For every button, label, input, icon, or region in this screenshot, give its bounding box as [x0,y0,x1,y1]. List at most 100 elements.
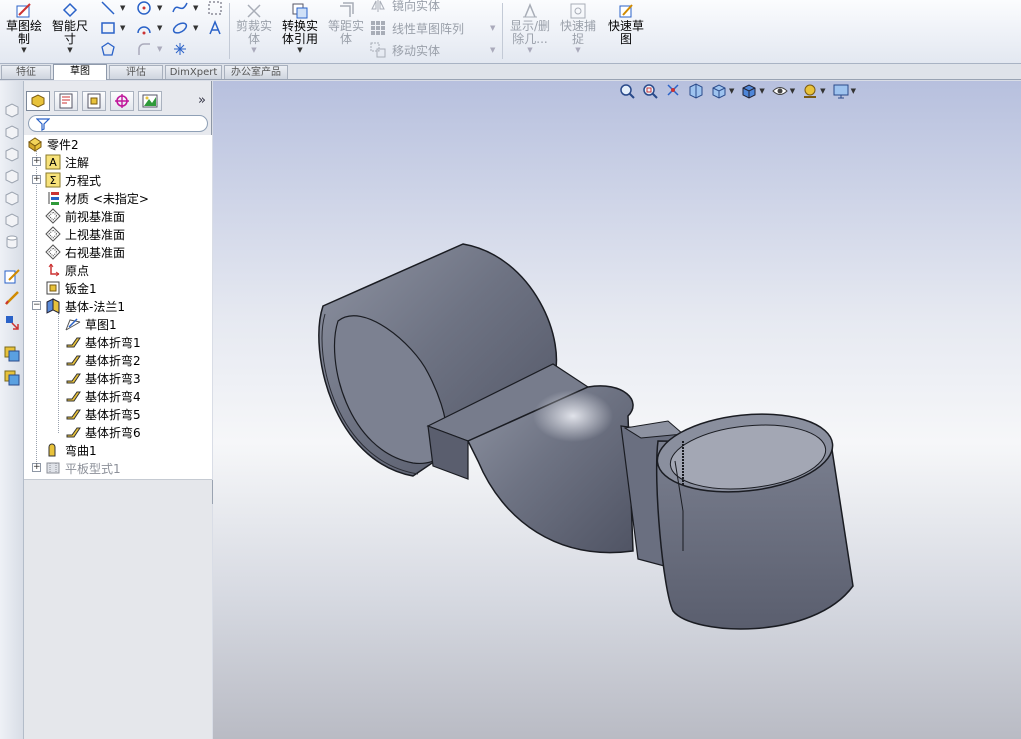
tree-item-base-bend-4[interactable]: 基体折弯4 [64,387,141,405]
expand-equations[interactable]: + [32,175,41,184]
trim-entities-button[interactable]: 剪裁实 体 ▼ [232,0,276,54]
layers-icon [4,370,20,386]
tree-item-base-bend-2[interactable]: 基体折弯2 [64,351,141,369]
tree-item-right-plane[interactable]: 右视基准面 [44,243,125,261]
polygon-tool[interactable] [100,41,116,57]
mirror-icon [371,0,385,12]
box-icon [5,125,19,140]
layer-tool-1[interactable] [3,345,21,363]
show-delete-relations-button[interactable]: 显示/删 除几... ▼ [506,0,554,54]
bend-icon [66,355,81,366]
tree-item-equations[interactable]: Σ 方程式 [44,171,101,189]
sheet-metal-part-model[interactable] [213,81,1021,739]
relations-tool[interactable] [3,313,21,331]
mirror-entities-button[interactable]: 镜向实体 [370,0,440,14]
relations-icon [523,3,537,18]
box-icon [5,213,19,228]
expand-flat-pattern[interactable]: + [32,463,41,472]
ellipse-tool[interactable] [172,20,188,36]
circle-tool[interactable] [136,0,152,16]
command-manager-ribbon: 草图绘 制 ▼ 智能尺 寸 ▼ ▼ ▼ ▼ ▼ ▼ ▼ ▼ 剪裁实 体 ▼ 转换… [0,0,1021,64]
view-icon-6[interactable] [3,211,21,229]
property-icon [59,93,73,109]
graphics-area[interactable]: ▼ ▼ ▼ ▼ ▼ [213,81,1021,739]
tree-item-base-bend-6[interactable]: 基体折弯6 [64,423,141,441]
spline-icon [172,2,188,13]
plane-icon [45,244,61,260]
view-icon-1[interactable] [3,101,21,119]
tree-item-base-bend-5[interactable]: 基体折弯5 [64,405,141,423]
show-delete-label: 显示/删 除几... [509,19,551,46]
tab-property-manager[interactable] [54,91,78,111]
tree-item-front-plane[interactable]: 前视基准面 [44,207,125,225]
sketch-button[interactable]: 草图绘 制 ▼ [2,0,46,54]
tab-display-manager[interactable] [138,91,162,111]
tab-sketch[interactable]: 草图 [53,64,107,80]
collapse-base-flange[interactable]: − [32,301,41,310]
point-icon [174,43,186,55]
cylinder-icon [6,235,18,249]
tab-evaluate[interactable]: 评估 [109,65,163,79]
layers-icon [4,346,20,362]
spline-tool[interactable] [172,0,188,16]
view-icon-7[interactable] [3,233,21,251]
quick-snaps-button[interactable]: 快速捕 捉 ▼ [556,0,600,54]
tree-item-material[interactable]: 材质 <未指定> [44,189,149,207]
feature-manager-panel: » 零件2 + A 注解 + Σ 方程式 材质 <未指定> 前视基准面 上视基准… [24,81,212,739]
configuration-icon [87,93,101,109]
tree-item-base-bend-3[interactable]: 基体折弯3 [64,369,141,387]
convert-entities-icon [292,3,308,19]
tree-item-sheet-metal[interactable]: 钣金1 [44,279,97,297]
fold-icon [48,443,56,457]
sketch-edit-tool[interactable] [3,267,21,285]
point-tool[interactable] [172,41,188,57]
svg-text:A: A [49,156,57,169]
line-tool[interactable] [100,0,116,16]
tree-item-origin[interactable]: 原点 [44,261,89,279]
tab-features[interactable]: 特征 [1,65,51,79]
smart-dimension-icon [62,2,78,18]
tree-item-top-plane[interactable]: 上视基准面 [44,225,125,243]
tree-item-base-bend-1[interactable]: 基体折弯1 [64,333,141,351]
fillet-tool[interactable] [136,41,152,57]
quick-snap-icon [570,3,586,19]
smart-dim-tool[interactable] [3,289,21,307]
text-tool[interactable] [207,20,223,36]
tree-item-annotations[interactable]: A 注解 [44,153,89,171]
move-entities-button[interactable]: 移动实体 [370,41,440,59]
layer-tool-2[interactable] [3,369,21,387]
linear-pattern-button[interactable]: 线性草图阵列 [370,19,464,37]
rectangle-tool[interactable] [100,20,116,36]
left-toolbar [0,81,24,739]
view-icon-5[interactable] [3,189,21,207]
view-icon-4[interactable] [3,167,21,185]
tree-root-part[interactable]: 零件2 [26,135,79,153]
tab-configuration-manager[interactable] [82,91,106,111]
tab-dimxpert[interactable]: DimXpert [165,65,222,79]
view-icon-2[interactable] [3,123,21,141]
trim-icon [247,4,261,18]
view-icon-3[interactable] [3,145,21,163]
rapid-sketch-button[interactable]: 快速草 图 [604,0,648,46]
convert-entities-button[interactable]: 转换实 体引用 ▼ [278,0,322,54]
tab-dimxpert-manager[interactable] [110,91,134,111]
tree-item-base-flange[interactable]: 基体-法兰1 [44,297,125,315]
offset-icon [340,2,354,17]
ellipse-icon [172,22,188,34]
more-tabs-icon[interactable]: » [198,93,206,108]
svg-text:Σ: Σ [50,174,57,187]
expand-annotations[interactable]: + [32,157,41,166]
arc-tool[interactable] [136,20,152,36]
tree-item-flat-pattern[interactable]: 平板型式1 [44,459,121,477]
tree-item-sketch1[interactable]: 草图1 [64,315,117,333]
tab-office-products[interactable]: 办公室产品 [224,65,288,79]
smart-dimension-button[interactable]: 智能尺 寸 ▼ [48,0,92,54]
tree-item-bend[interactable]: 弯曲1 [44,441,97,459]
tree-filter-input[interactable] [28,115,208,132]
offset-label: 等距实 体 [327,19,364,46]
tab-feature-tree[interactable] [26,91,50,111]
point-grid-tool[interactable] [207,0,223,16]
offset-entities-button[interactable]: 等距实 体 [324,0,368,46]
move-icon [370,42,386,58]
linear-pattern-label: 线性草图阵列 [392,21,465,36]
